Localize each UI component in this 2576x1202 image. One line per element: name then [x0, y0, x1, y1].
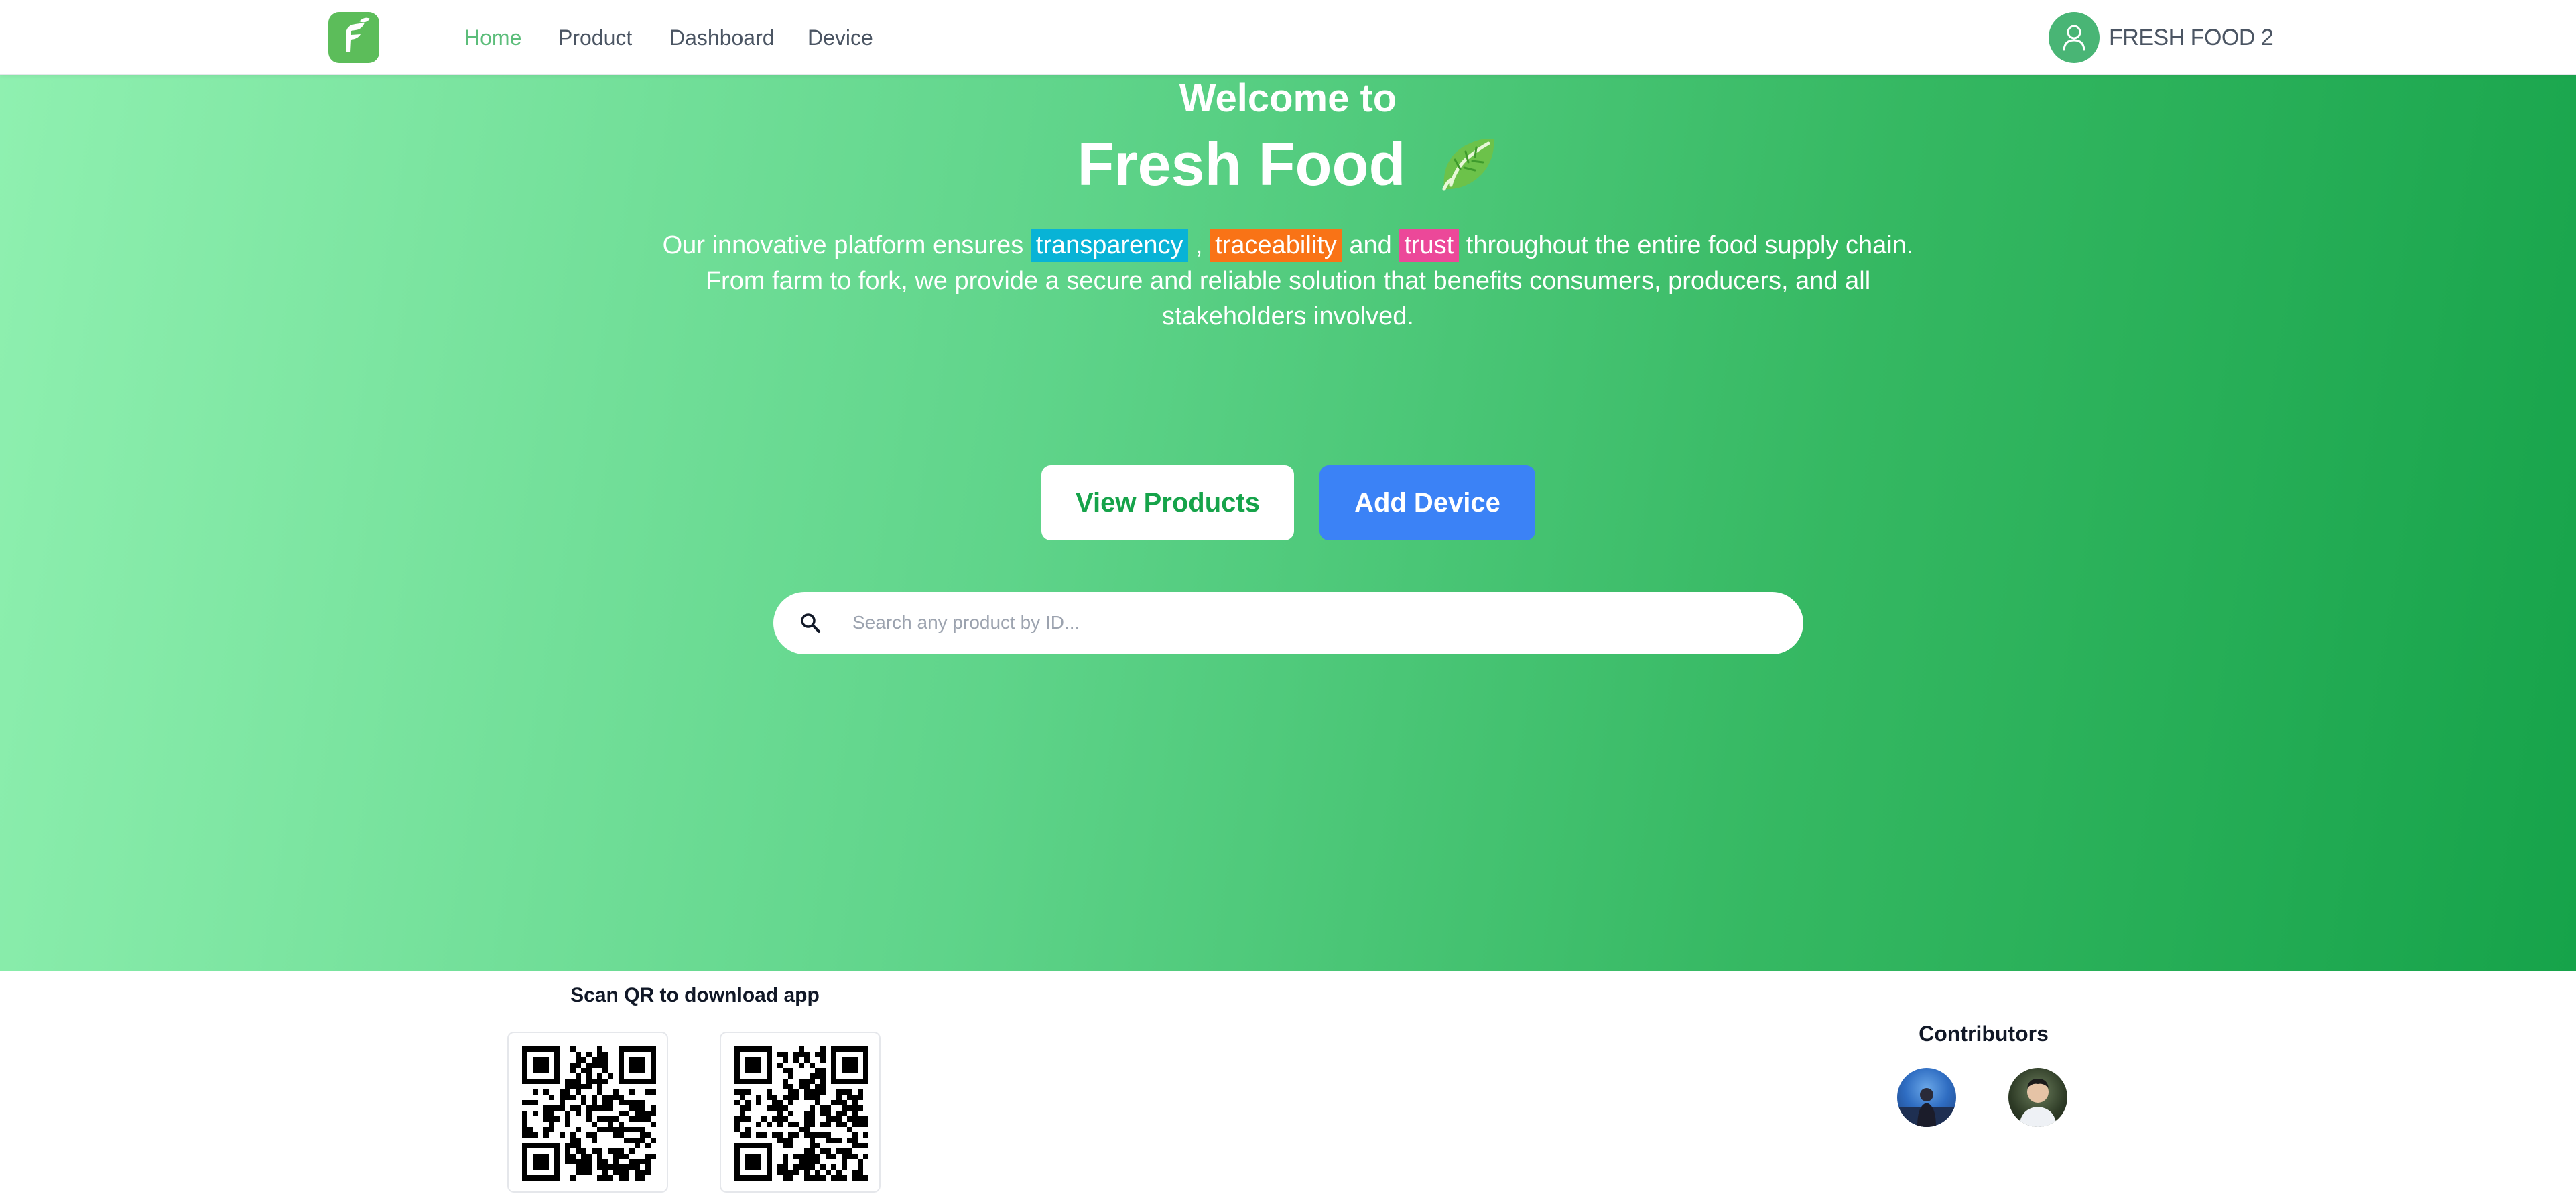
intro-text-start: Our innovative platform ensures — [662, 231, 1031, 259]
leaf-icon — [1442, 139, 1494, 191]
nav-link-home[interactable]: Home — [464, 24, 521, 51]
user-name[interactable]: FRESH FOOD 2 — [2109, 24, 2274, 51]
search-icon — [801, 613, 820, 633]
product-search-bar[interactable] — [773, 592, 1803, 654]
user-avatar[interactable] — [2049, 12, 2100, 63]
contributor-avatar[interactable] — [2008, 1068, 2067, 1127]
qr-code-card-1 — [507, 1032, 668, 1193]
highlight-traceability: traceability — [1210, 229, 1342, 262]
highlight-trust: trust — [1399, 229, 1460, 262]
top-navbar: Home Product Dashboard Device FRESH FOOD… — [0, 0, 2576, 75]
qr-code-icon — [522, 1046, 656, 1181]
intro-paragraph: Our innovative platform ensures transpar… — [637, 228, 1939, 335]
highlight-transparency: transparency — [1030, 229, 1189, 262]
contributors-title: Contributors — [1919, 1022, 2049, 1046]
footer — [0, 971, 2576, 1202]
welcome-heading: Welcome to — [1179, 76, 1397, 120]
qr-code-icon — [734, 1046, 868, 1181]
contributor-avatar[interactable] — [1897, 1068, 1956, 1127]
brand-heading: Fresh Food — [0, 121, 2576, 205]
nav-link-dashboard[interactable]: Dashboard — [669, 24, 775, 51]
user-icon — [2063, 25, 2085, 51]
qr-download-title: Scan QR to download app — [570, 984, 820, 1006]
brand-title: Fresh Food — [1077, 131, 1406, 199]
nav-link-product[interactable]: Product — [558, 24, 632, 51]
view-products-button[interactable]: View Products — [1041, 465, 1294, 540]
intro-separator-1: , — [1188, 231, 1210, 259]
add-device-button[interactable]: Add Device — [1319, 465, 1535, 540]
search-input[interactable] — [852, 603, 1777, 643]
qr-code-card-2 — [720, 1032, 881, 1193]
nav-link-device[interactable]: Device — [808, 24, 873, 51]
intro-separator-2: and — [1342, 231, 1399, 259]
logo-icon[interactable] — [328, 12, 379, 63]
